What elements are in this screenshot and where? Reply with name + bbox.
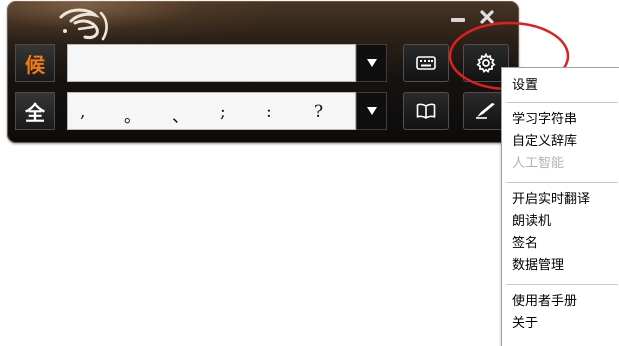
- menu-item-about[interactable]: 关于: [512, 315, 538, 333]
- book-icon: [416, 103, 436, 119]
- fullwidth-mode-badge[interactable]: 全: [15, 92, 55, 130]
- punctuation-enum-comma[interactable]: 、: [172, 102, 189, 127]
- menu-item-ai: 人工智能: [512, 156, 565, 171]
- menu-item-custom-dictionary[interactable]: 自定义辞库: [512, 133, 577, 151]
- soft-keyboard-button[interactable]: [403, 44, 449, 82]
- candidate-mode-badge[interactable]: 候: [15, 44, 55, 82]
- punctuation-semicolon[interactable]: ;: [220, 102, 226, 122]
- menu-separator: [506, 102, 618, 103]
- ime-toolbar-window: 候 全 , 。 、 ;: ?: [7, 1, 519, 143]
- triangle-down-icon: [366, 59, 377, 67]
- menu-item-settings[interactable]: 设置: [512, 77, 538, 95]
- menu-item-signature[interactable]: 签名: [512, 235, 538, 253]
- punctuation-comma[interactable]: ,: [80, 102, 85, 122]
- menu-item-data-management[interactable]: 数据管理: [512, 257, 564, 275]
- calligraphy-logo-icon: [59, 8, 108, 41]
- menu-separator: [506, 284, 618, 285]
- punctuation-colon[interactable]: :: [266, 102, 272, 122]
- candidate-field[interactable]: [67, 44, 356, 82]
- dictionary-button[interactable]: [403, 92, 449, 130]
- pen-icon: [476, 103, 495, 119]
- candidate-dropdown-button[interactable]: [356, 44, 387, 82]
- settings-context-menu: 设置 学习字符串 自定义辞库 人工智能 开启实时翻译 朗读机 签名 数据管理 使…: [501, 67, 619, 346]
- punctuation-period[interactable]: 。: [124, 102, 141, 127]
- menu-item-user-manual[interactable]: 使用者手册: [512, 293, 577, 311]
- punctuation-dropdown-button[interactable]: [356, 92, 387, 130]
- menu-separator: [506, 182, 618, 183]
- punctuation-field[interactable]: , 。 、 ; : ?: [67, 92, 356, 130]
- triangle-down-icon: [366, 107, 377, 115]
- menu-item-realtime-translation[interactable]: 开启实时翻译: [512, 191, 590, 209]
- punctuation-question[interactable]: ?: [314, 102, 323, 122]
- menu-item-reader[interactable]: 朗读机: [512, 213, 551, 231]
- menu-item-learn-strings[interactable]: 学习字符串: [512, 111, 577, 129]
- keyboard-icon: [416, 56, 436, 70]
